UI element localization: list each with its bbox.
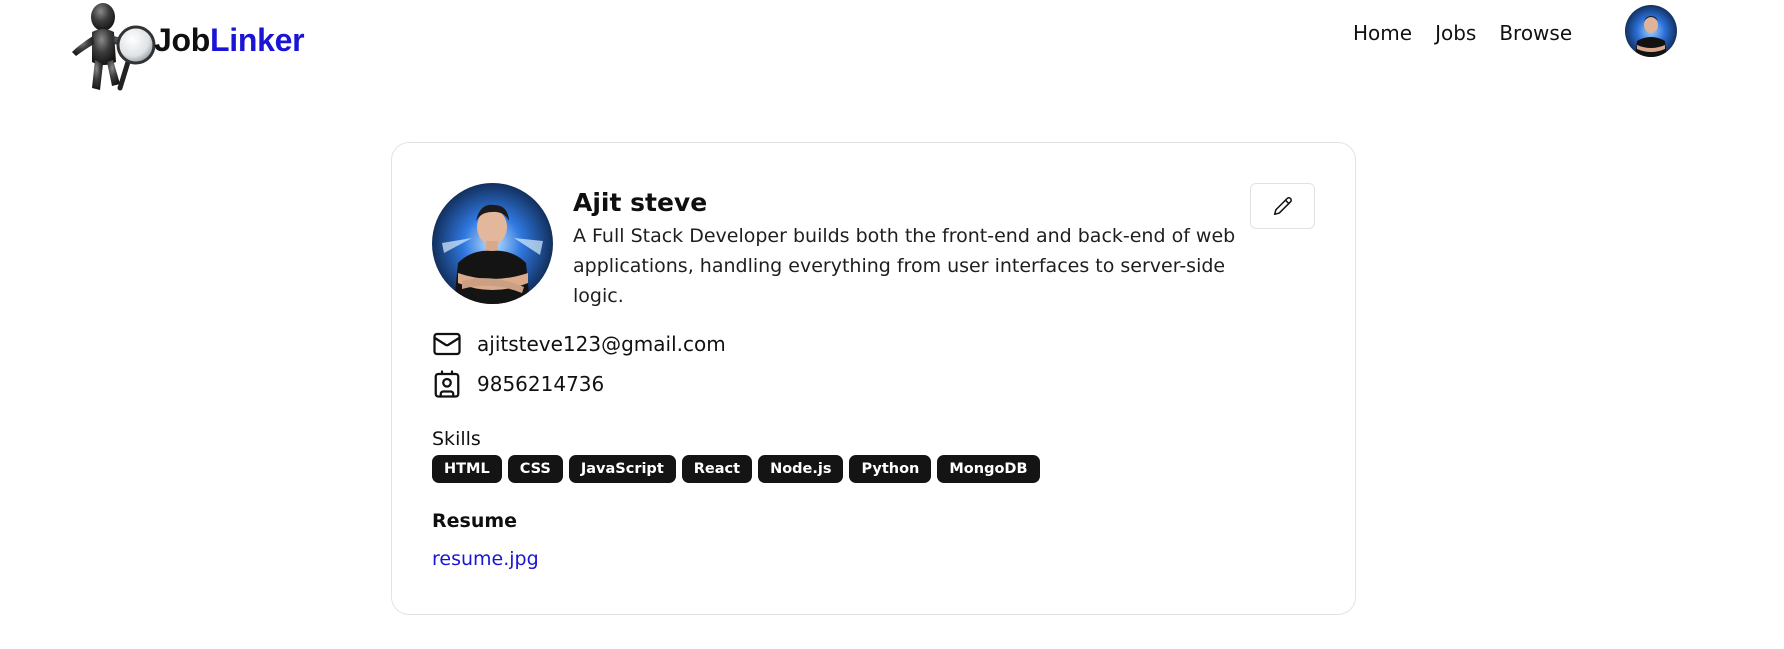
contact-card-icon — [432, 369, 462, 399]
nav-link-browse[interactable]: Browse — [1499, 19, 1572, 47]
skills-label: Skills — [432, 428, 481, 450]
brand-name: JobLinker — [154, 21, 305, 58]
resume-heading: Resume — [432, 510, 518, 532]
profile-name: Ajit steve — [573, 188, 708, 217]
brand-logo[interactable]: JobLinker — [66, 0, 305, 100]
nav-link-jobs[interactable]: Jobs — [1435, 19, 1476, 47]
skill-badge: React — [681, 455, 753, 483]
resume-link[interactable]: resume.jpg — [432, 548, 539, 570]
skill-badge: MongoDB — [937, 455, 1040, 483]
phone-value: 9856214736 — [477, 372, 605, 396]
profile-card: Ajit steve A Full Stack Developer builds… — [391, 142, 1356, 615]
skill-badge: Node.js — [758, 455, 844, 483]
pen-icon — [1273, 197, 1292, 216]
skill-badge: HTML — [432, 455, 502, 483]
mail-icon — [432, 329, 462, 359]
nav-links: Home Jobs Browse — [1353, 19, 1572, 47]
skills-list: HTML CSS JavaScript React Node.js Python… — [432, 455, 1040, 483]
skill-badge: JavaScript — [568, 455, 676, 483]
profile-avatar — [432, 183, 553, 304]
user-avatar[interactable] — [1625, 5, 1677, 57]
profile-photo — [432, 183, 553, 304]
email-row: ajitsteve123@gmail.com — [432, 329, 726, 359]
nav-link-home[interactable]: Home — [1353, 19, 1412, 47]
skill-badge: CSS — [507, 455, 563, 483]
skill-badge: Python — [849, 455, 932, 483]
profile-bio: A Full Stack Developer builds both the f… — [573, 225, 1236, 307]
edit-profile-button[interactable] — [1250, 183, 1315, 229]
phone-row: 9856214736 — [432, 369, 604, 399]
navbar: JobLinker Home Jobs Browse — [0, 0, 1784, 100]
email-value: ajitsteve123@gmail.com — [477, 332, 726, 356]
avatar-photo — [1625, 5, 1677, 57]
